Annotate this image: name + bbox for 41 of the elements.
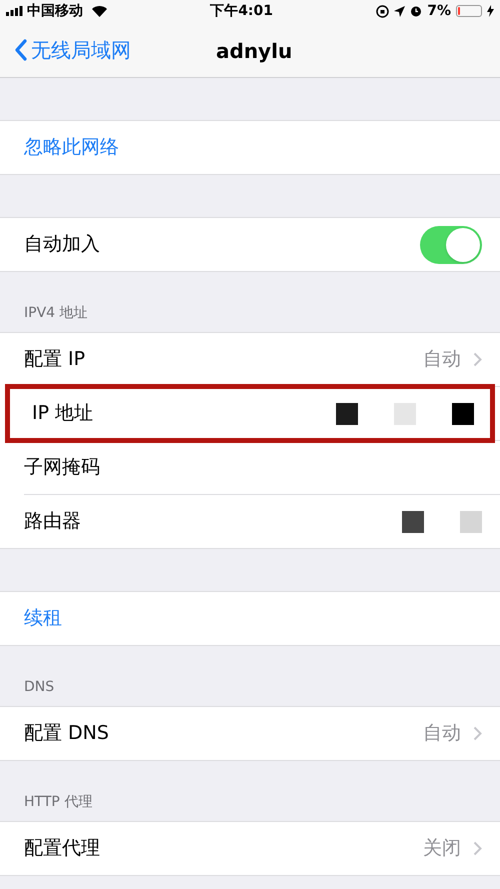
settings-row[interactable]: 子网掩码 <box>0 441 500 494</box>
alarm-clock-icon <box>410 5 422 17</box>
section-header: HTTP 代理 <box>24 793 92 812</box>
settings-row[interactable]: IP 地址 <box>8 387 492 440</box>
settings-row[interactable]: 配置代理 关闭 <box>0 822 500 875</box>
carrier-name: 中国移动 <box>27 2 83 20</box>
chevron-right-icon <box>473 352 482 367</box>
row-label: 配置 DNS <box>24 721 109 746</box>
action-label: 忽略此网络 <box>24 135 119 160</box>
settings-row[interactable]: 配置 IP 自动 <box>0 333 500 386</box>
back-link[interactable]: 无线局域网 <box>0 34 131 64</box>
action-label: 续租 <box>24 606 62 632</box>
row-value: 自动 <box>423 347 461 372</box>
settings-row[interactable]: 自动加入 <box>0 218 500 271</box>
settings-row[interactable]: 路由器 <box>0 495 500 548</box>
location-arrow-icon <box>394 6 406 16</box>
settings-row[interactable]: 忽略此网络 <box>0 121 500 174</box>
charging-bolt-icon <box>486 5 494 17</box>
chevron-right-icon <box>473 841 482 856</box>
section-header: DNS <box>24 678 54 697</box>
settings-row[interactable]: 续租 <box>0 592 500 645</box>
row-value: 自动 <box>423 721 461 746</box>
battery-icon <box>456 5 482 17</box>
settings-row[interactable]: 配置 DNS 自动 <box>0 707 500 760</box>
rotation-lock-icon <box>376 4 390 18</box>
row-label: 配置代理 <box>24 836 100 862</box>
battery-percent: 7% <box>427 2 451 20</box>
row-label: 自动加入 <box>24 232 100 258</box>
clock-time: 下午4:01 <box>210 2 274 20</box>
section-header: IPV4 地址 <box>24 304 88 323</box>
toggle-switch[interactable] <box>420 226 482 264</box>
signal-icon <box>6 6 24 16</box>
row-label: 子网掩码 <box>24 455 100 480</box>
chevron-right-icon <box>473 726 482 741</box>
nav-title: adnylu <box>216 38 292 65</box>
row-label: 路由器 <box>24 509 81 534</box>
row-value: 关闭 <box>423 836 461 862</box>
wifi-icon <box>92 6 107 16</box>
row-label: IP 地址 <box>32 401 94 426</box>
row-label: 配置 IP <box>24 347 86 372</box>
back-chevron-icon <box>14 38 27 60</box>
